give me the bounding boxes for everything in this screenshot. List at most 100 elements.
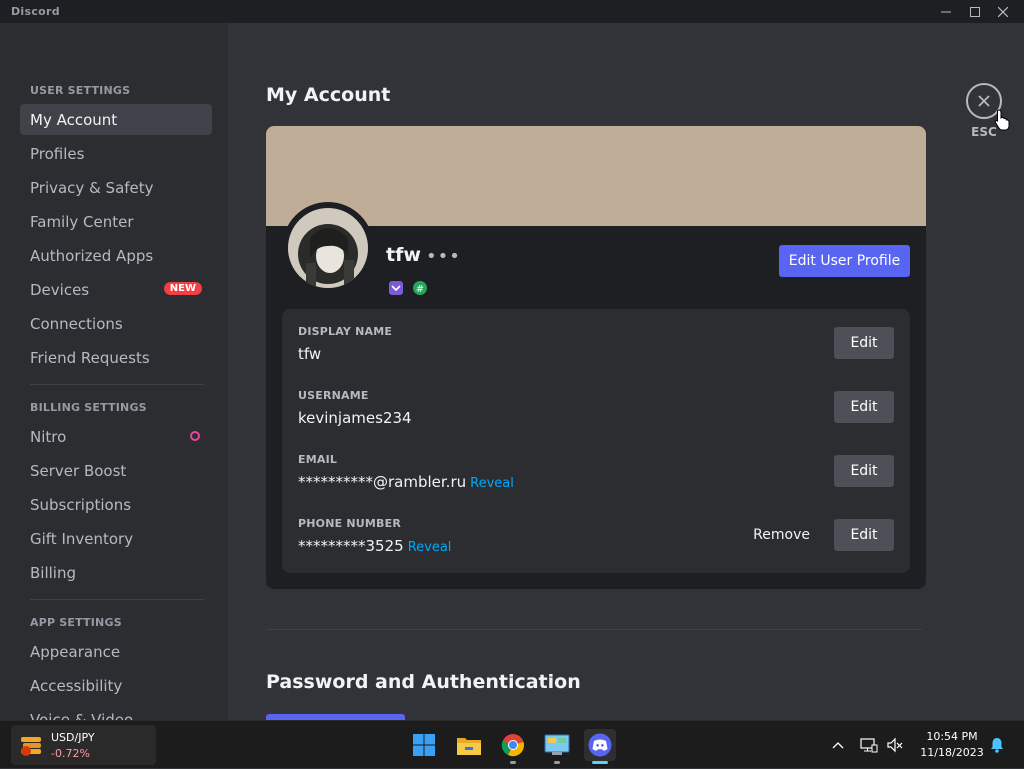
sidebar-item-profiles[interactable]: Profiles	[20, 138, 212, 169]
edit-phone-button[interactable]: Edit	[834, 519, 894, 551]
sidebar-item-label: Authorized Apps	[30, 246, 154, 265]
sidebar-item-label: Devices	[30, 280, 90, 299]
nitro-badge-icon[interactable]	[388, 280, 404, 296]
bell-icon	[991, 738, 1003, 753]
settings-content: My Account ESC tfw ••• # Edit User Profi…	[228, 23, 1024, 720]
minimize-icon	[941, 11, 951, 12]
field-value: tfw	[298, 345, 894, 363]
sidebar-header-app-settings: APP SETTINGS	[30, 616, 122, 629]
notifications-button[interactable]	[986, 721, 1008, 769]
sidebar-divider	[30, 599, 204, 600]
currency-icon	[21, 737, 41, 756]
sidebar-item-label: Profiles	[30, 144, 85, 163]
sidebar-item-server-boost[interactable]: Server Boost	[20, 455, 212, 486]
close-icon	[978, 95, 990, 107]
sidebar-item-label: Appearance	[30, 642, 121, 661]
email-value: **********@rambler.ru	[298, 473, 467, 491]
sidebar-item-authorized-apps[interactable]: Authorized Apps	[20, 240, 212, 271]
sidebar-item-billing[interactable]: Billing	[20, 557, 212, 588]
show-hidden-icons-button[interactable]	[828, 721, 848, 769]
field-label: EMAIL	[298, 453, 338, 466]
sidebar-item-appearance[interactable]: Appearance	[20, 636, 212, 667]
edit-username-button[interactable]: Edit	[834, 391, 894, 423]
sidebar-item-subscriptions[interactable]: Subscriptions	[20, 489, 212, 520]
sidebar-item-accessibility[interactable]: Accessibility	[20, 670, 212, 701]
email-field: EMAIL **********@rambler.ru Reveal Edit	[298, 453, 894, 503]
sidebar-item-my-account[interactable]: My Account	[20, 104, 212, 135]
network-button[interactable]	[858, 721, 880, 769]
sidebar-item-gift-inventory[interactable]: Gift Inventory	[20, 523, 212, 554]
sidebar-item-label: Nitro	[30, 427, 67, 446]
chrome-button[interactable]	[497, 729, 529, 764]
avatar-image	[288, 208, 368, 288]
start-button[interactable]	[408, 729, 440, 761]
sidebar-item-label: Family Center	[30, 212, 134, 231]
profile-banner	[266, 126, 926, 226]
network-icon	[860, 738, 878, 753]
sidebar-item-privacy-safety[interactable]: Privacy & Safety	[20, 172, 212, 203]
sidebar-item-label: Server Boost	[30, 461, 127, 480]
sidebar-header-billing-settings: BILLING SETTINGS	[30, 401, 147, 414]
close-window-button[interactable]	[989, 0, 1017, 23]
sidebar-item-label: Accessibility	[30, 676, 123, 695]
sidebar-item-label: Billing	[30, 563, 76, 582]
reveal-phone-link[interactable]: Reveal	[408, 540, 452, 555]
sidebar-item-voice-video[interactable]: Voice & Video	[20, 704, 212, 721]
edit-email-button[interactable]: Edit	[834, 455, 894, 487]
field-label: USERNAME	[298, 389, 369, 402]
sidebar-item-connections[interactable]: Connections	[20, 308, 212, 339]
control-panel-button[interactable]	[541, 729, 573, 764]
running-indicator	[554, 761, 560, 764]
sidebar-item-label: Friend Requests	[30, 348, 150, 367]
avatar[interactable]	[288, 208, 368, 288]
edit-user-profile-button[interactable]: Edit User Profile	[779, 245, 910, 277]
volume-muted-icon	[887, 737, 903, 753]
discord-taskbar-button[interactable]	[584, 729, 616, 764]
ticker-change: -0.72%	[51, 747, 90, 760]
account-card: tfw ••• # Edit User Profile DISPLAY NAME…	[266, 126, 926, 589]
sidebar-item-friend-requests[interactable]: Friend Requests	[20, 342, 212, 373]
page-title: My Account	[266, 84, 391, 106]
hashtag-badge-icon[interactable]: #	[412, 280, 428, 296]
control-panel-icon	[544, 734, 570, 755]
minimize-button[interactable]	[932, 0, 960, 23]
remove-phone-button[interactable]: Remove	[753, 519, 810, 551]
volume-button[interactable]	[884, 721, 906, 769]
clock-time: 10:54 PM	[926, 730, 978, 743]
sidebar-item-label: Subscriptions	[30, 495, 132, 514]
stock-ticker-widget[interactable]: USD/JPY -0.72%	[11, 725, 156, 765]
start-icon	[413, 734, 435, 756]
file-explorer-button[interactable]	[453, 729, 485, 761]
sidebar-item-label: Voice & Video	[30, 710, 134, 721]
phone-number-field: PHONE NUMBER *********3525 Reveal Remove …	[298, 517, 894, 567]
discord-icon	[588, 733, 612, 757]
edit-display-name-button[interactable]: Edit	[834, 327, 894, 359]
field-value: kevinjames234	[298, 409, 894, 427]
section-divider	[266, 629, 922, 630]
sidebar-item-label: Connections	[30, 314, 123, 333]
running-indicator	[592, 761, 608, 764]
field-value: **********@rambler.ru Reveal	[298, 473, 894, 491]
sidebar-item-label: Gift Inventory	[30, 529, 134, 548]
more-options-icon[interactable]: •••	[426, 246, 461, 267]
sidebar-item-nitro[interactable]: Nitro	[20, 421, 212, 452]
account-fields-panel: DISPLAY NAME tfw Edit USERNAME kevinjame…	[282, 309, 910, 573]
system-clock[interactable]: 10:54 PM 11/18/2023	[906, 729, 998, 761]
reveal-email-link[interactable]: Reveal	[470, 476, 514, 491]
svg-text:#: #	[416, 284, 424, 295]
maximize-button[interactable]	[961, 0, 989, 23]
sidebar-item-devices[interactable]: Devices NEW	[20, 274, 212, 305]
sidebar-item-label: Privacy & Safety	[30, 178, 154, 197]
new-badge: NEW	[163, 282, 202, 295]
clock-date: 11/18/2023	[920, 746, 984, 759]
display-name-field: DISPLAY NAME tfw Edit	[298, 325, 894, 375]
sidebar-item-family-center[interactable]: Family Center	[20, 206, 212, 237]
password-auth-title: Password and Authentication	[266, 671, 581, 693]
settings-sidebar: USER SETTINGS My Account Profiles Privac…	[0, 23, 228, 720]
sidebar-item-label: My Account	[30, 110, 118, 129]
windows-taskbar: USD/JPY -0.72% 10:54 PM 11/18/2023	[0, 720, 1024, 768]
sidebar-header-user-settings: USER SETTINGS	[30, 84, 131, 97]
window-title: Discord	[11, 5, 60, 18]
ticker-symbol: USD/JPY	[51, 731, 95, 744]
sidebar-divider	[30, 384, 204, 385]
